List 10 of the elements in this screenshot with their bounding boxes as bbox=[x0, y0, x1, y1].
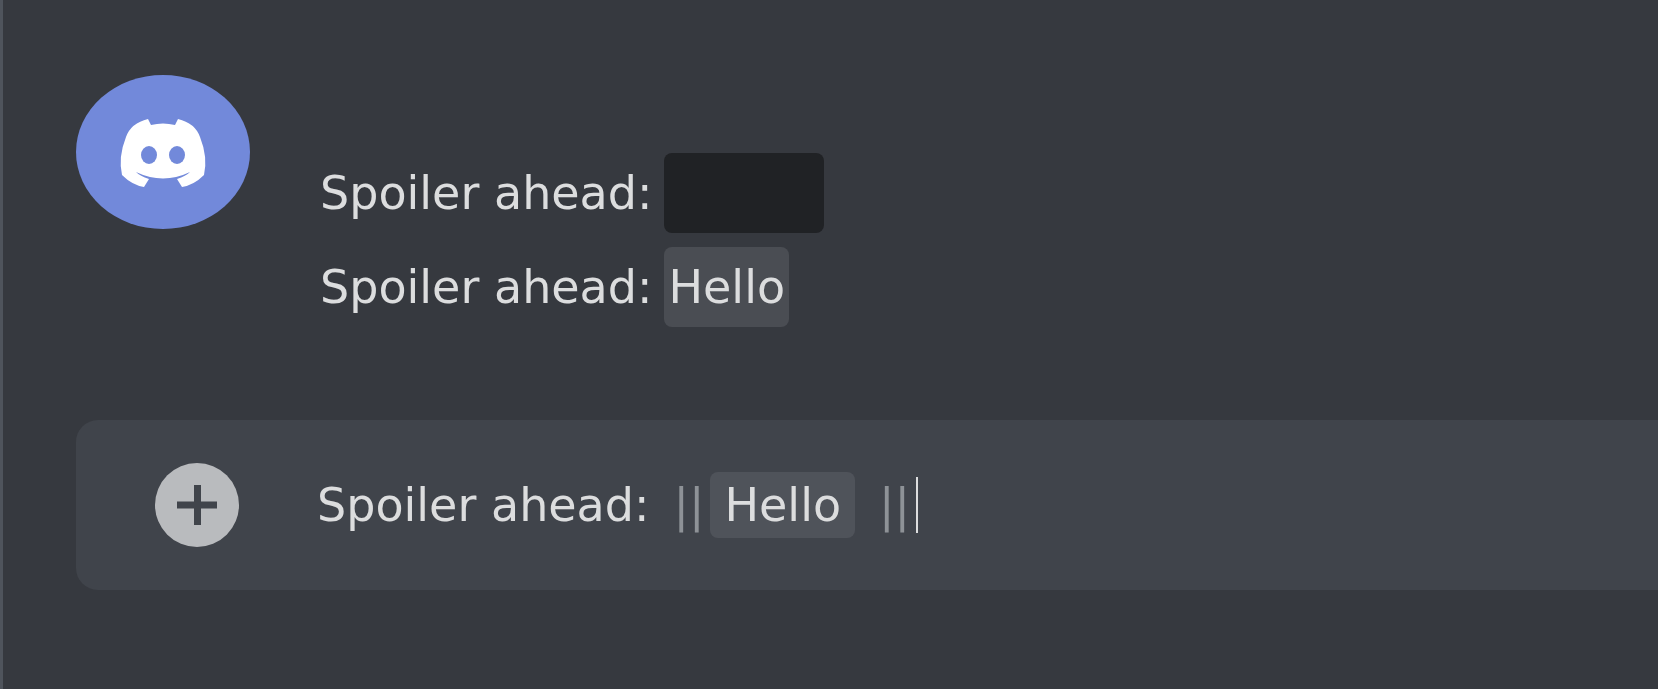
spoiler-marker: || bbox=[673, 478, 705, 532]
add-icon[interactable] bbox=[155, 463, 239, 547]
avatar-icon bbox=[76, 75, 250, 229]
message-text: Spoiler ahead: bbox=[320, 166, 653, 220]
revealed-spoiler[interactable]: Hello bbox=[664, 247, 790, 327]
spoiler-text: Hello bbox=[710, 472, 856, 538]
message-text: Spoiler ahead: bbox=[320, 260, 653, 314]
message-input[interactable]: Spoiler ahead: || Hello || bbox=[76, 420, 1658, 590]
input-text: Spoiler ahead: bbox=[317, 478, 650, 532]
spoiler-marker: || bbox=[879, 478, 911, 532]
